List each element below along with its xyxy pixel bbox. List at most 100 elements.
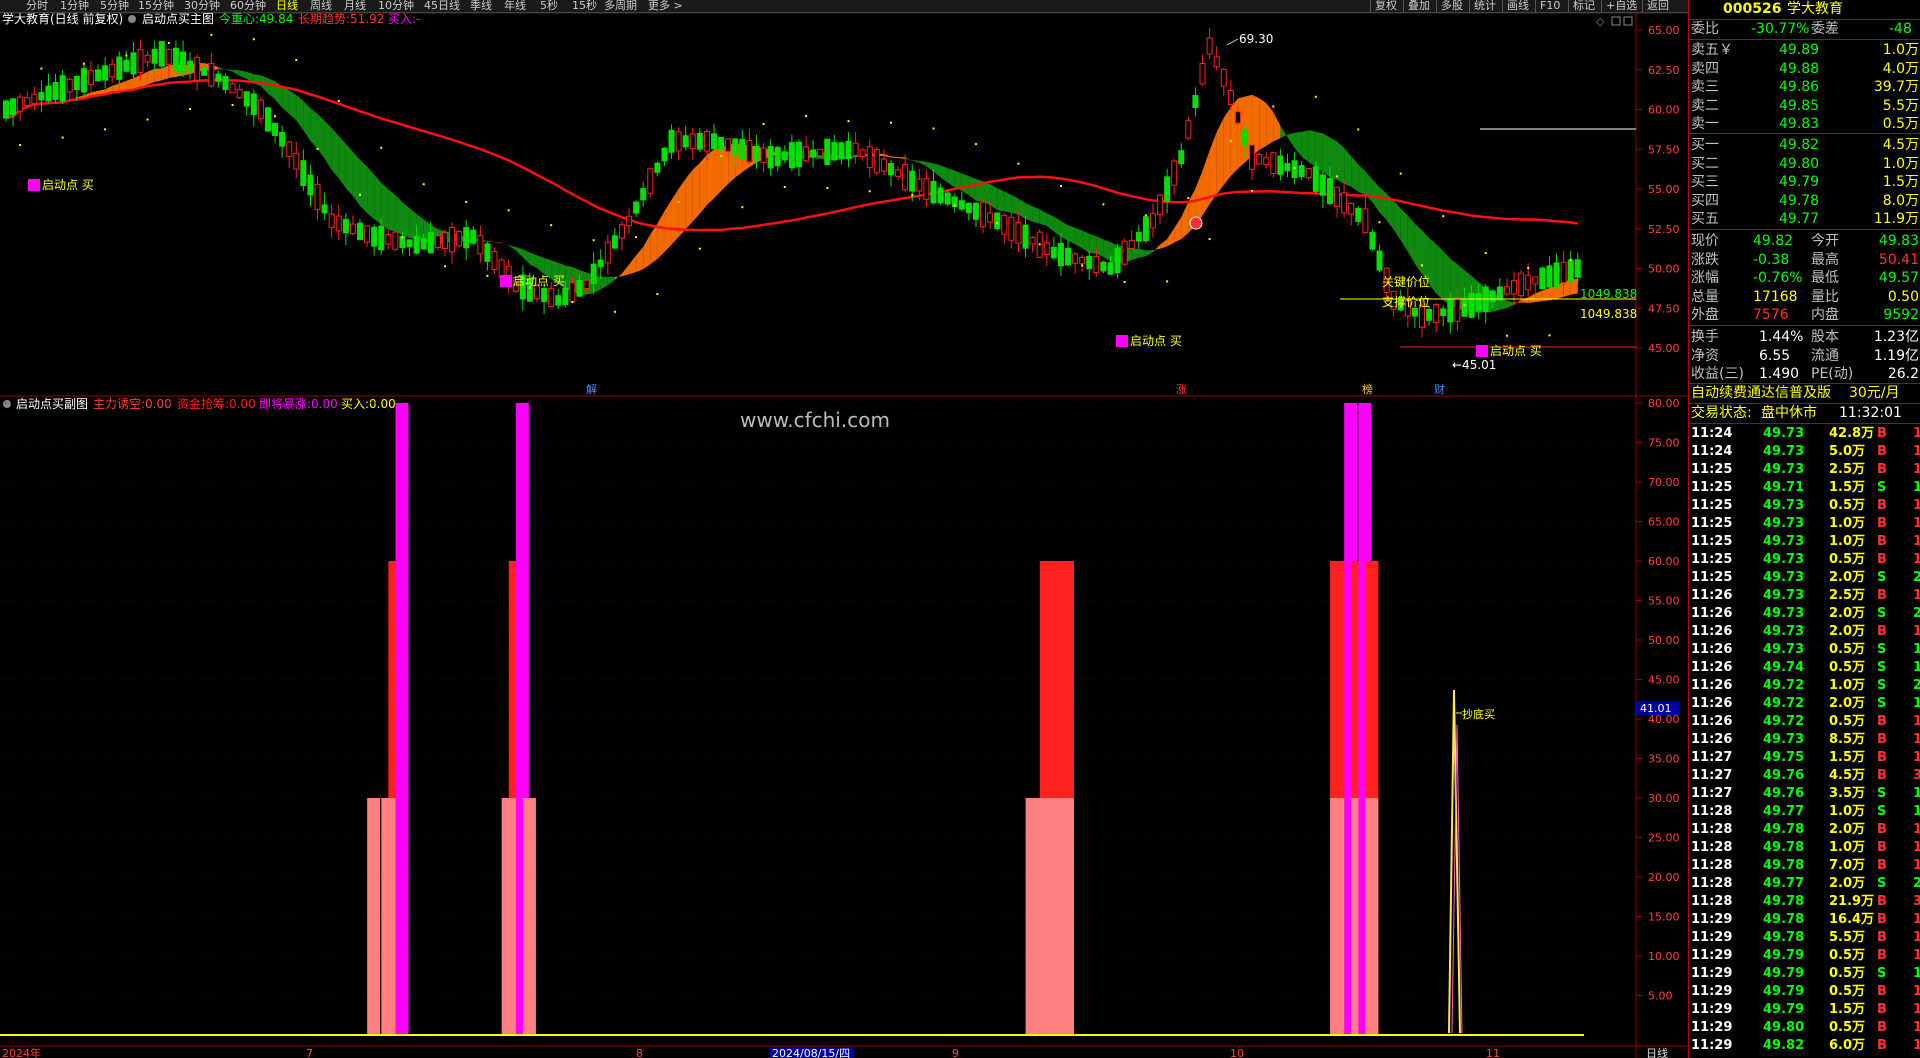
draw-line-button[interactable]: 画线 <box>1502 0 1533 12</box>
tick-row[interactable]: 11:25 49.73 0.5万 B 1 <box>1689 551 1920 569</box>
tick-row[interactable]: 11:26 49.74 0.5万 S 1 <box>1689 659 1920 677</box>
tick-row[interactable]: 11:26 49.72 2.0万 S 1 <box>1689 695 1920 713</box>
tick-row[interactable]: 11:28 49.78 2.0万 B 1 <box>1689 821 1920 839</box>
promo-text[interactable]: 自动续费通达信普及版 <box>1691 384 1831 402</box>
stat-row: 总量 17168 量比 0.50 <box>1689 288 1920 306</box>
tick-row[interactable]: 11:28 49.78 7.0万 B 1 <box>1689 857 1920 875</box>
f10-button[interactable]: F10 <box>1535 0 1564 12</box>
trail-dot <box>1421 264 1423 267</box>
overlay-button[interactable]: 叠加 <box>1403 0 1434 12</box>
event-marker-zhang[interactable]: 涨 <box>1176 383 1187 396</box>
candle-body <box>1057 242 1064 267</box>
tick-row[interactable]: 11:26 49.72 1.0万 S 2 <box>1689 677 1920 695</box>
tick-d: S <box>1877 480 1887 495</box>
tick-row[interactable]: 11:27 49.75 1.5万 B 1 <box>1689 749 1920 767</box>
tick-row[interactable]: 11:25 49.73 2.0万 S 2 <box>1689 569 1920 587</box>
tick-row[interactable]: 11:27 49.76 4.5万 B 3 <box>1689 767 1920 785</box>
event-marker-jie[interactable]: 解 <box>586 382 597 396</box>
tick-row[interactable]: 11:26 49.73 2.0万 S 2 <box>1689 605 1920 623</box>
tick-d: B <box>1877 840 1887 855</box>
indicator-buy: 买入:- <box>388 13 420 26</box>
tick-row[interactable]: 11:27 49.76 3.5万 S 1 <box>1689 785 1920 803</box>
chart-minimize-icon[interactable] <box>1611 16 1621 26</box>
tick-row[interactable]: 11:25 49.73 1.0万 B 1 <box>1689 515 1920 533</box>
period-tab-daily[interactable]: 日线 <box>276 0 298 12</box>
period-tab-60min[interactable]: 60分钟 <box>230 0 266 12</box>
period-tab-quarter[interactable]: 季线 <box>470 0 492 12</box>
tick-row[interactable]: 11:25 49.73 1.0万 B 1 <box>1689 533 1920 551</box>
trail-dot <box>146 118 149 121</box>
support-price-label: 支撑价位 <box>1382 294 1430 309</box>
tick-row[interactable]: 11:28 49.78 21.9万B 3 <box>1689 893 1920 911</box>
period-tab-monthly[interactable]: 月线 <box>344 0 366 12</box>
sub-indicator-settings-icon[interactable] <box>3 400 11 408</box>
tick-row[interactable]: 11:26 49.73 2.5万 B 1 <box>1689 587 1920 605</box>
back-button[interactable]: 返回 <box>1642 0 1673 12</box>
promo-price[interactable]: 30元/月 <box>1849 384 1900 402</box>
candle-body <box>1121 240 1128 265</box>
tick-row[interactable]: 11:24 49.73 5.0万 B 1 <box>1689 443 1920 461</box>
period-tab-fenshi[interactable]: 分时 <box>26 0 48 12</box>
period-tab-multi[interactable]: 多周期 <box>604 0 637 12</box>
tick-row[interactable]: 11:29 49.79 0.5万 B 1 <box>1689 947 1920 965</box>
tick-v: 2.0万 <box>1829 624 1866 639</box>
band-segment <box>494 241 502 244</box>
tick-row[interactable]: 11:29 49.78 16.4万B 1 <box>1689 911 1920 929</box>
band-segment <box>621 264 630 277</box>
event-marker-bang[interactable]: 榜 <box>1362 382 1373 396</box>
trail-dot <box>1081 264 1084 267</box>
tick-row[interactable]: 11:26 49.73 8.5万 B 1 <box>1689 731 1920 749</box>
mark-button[interactable]: 标记 <box>1568 0 1599 12</box>
period-tab-year[interactable]: 年线 <box>504 0 526 12</box>
fuquan-button[interactable]: 复权 <box>1370 0 1401 12</box>
tick-row[interactable]: 11:26 49.73 0.5万 S 1 <box>1689 641 1920 659</box>
add-watchlist-button[interactable]: +自选 <box>1601 0 1641 12</box>
tick-row[interactable]: 11:24 49.73 42.8万B 13 <box>1689 425 1920 443</box>
period-tab-10min[interactable]: 10分钟 <box>378 0 414 12</box>
tick-row[interactable]: 11:25 49.71 1.5万 S 1 <box>1689 479 1920 497</box>
candle-body <box>633 201 640 214</box>
period-tab-15sec[interactable]: 15秒 <box>572 0 597 12</box>
chart-diamond-icon[interactable]: ◇ <box>1596 15 1605 28</box>
event-ball-icon[interactable] <box>1189 216 1203 230</box>
period-indicator[interactable]: 日线 <box>1646 1046 1668 1058</box>
trail-dot <box>613 310 616 313</box>
tick-row[interactable]: 11:28 49.77 2.0万 S 2 <box>1689 875 1920 893</box>
tick-n: 1 <box>1913 461 1920 479</box>
band-segment <box>1138 249 1146 258</box>
indicator-settings-icon[interactable] <box>128 15 136 23</box>
sub-line-grab: 资金抢筹:0.00 <box>177 396 256 411</box>
tick-row[interactable]: 11:26 49.73 2.0万 B 1 <box>1689 623 1920 641</box>
event-marker-cai[interactable]: 财 <box>1434 382 1445 396</box>
tick-t: 11:26 <box>1691 660 1733 675</box>
period-tab-15min[interactable]: 15分钟 <box>138 0 174 12</box>
tick-row[interactable]: 11:29 49.80 0.5万 B 1 <box>1689 1019 1920 1037</box>
tick-row[interactable]: 11:26 49.72 0.5万 B 1 <box>1689 713 1920 731</box>
tick-row[interactable]: 11:29 49.79 1.5万 B 1 <box>1689 1001 1920 1019</box>
period-tab-45day[interactable]: 45日线 <box>424 0 460 12</box>
period-tab-weekly[interactable]: 周线 <box>310 0 332 12</box>
statistics-button[interactable]: 统计 <box>1469 0 1500 12</box>
period-tab-1min[interactable]: 1分钟 <box>60 0 89 12</box>
tick-row[interactable]: 11:25 49.73 2.5万 B 1 <box>1689 461 1920 479</box>
status-value: 盘中休市 <box>1761 405 1817 421</box>
period-tab-more[interactable]: 更多 > <box>648 0 683 12</box>
tick-row[interactable]: 11:29 49.82 6.0万 B 1 <box>1689 1037 1920 1055</box>
trail-dot <box>656 292 659 295</box>
kline-chart-area[interactable]: 学大教育(日线 前复权) 启动点买主图 今重心:49.84 长期趋势:51.92… <box>0 13 1688 1058</box>
tick-row[interactable]: 11:28 49.78 1.0万 B 1 <box>1689 839 1920 857</box>
tick-d: B <box>1877 444 1887 459</box>
tick-row[interactable]: 11:29 49.79 0.5万 S 1 <box>1689 965 1920 983</box>
tick-row[interactable]: 11:25 49.73 0.5万 B 1 <box>1689 497 1920 515</box>
tick-d: S <box>1877 606 1887 621</box>
period-tab-5min[interactable]: 5分钟 <box>100 0 129 12</box>
period-tab-5sec[interactable]: 5秒 <box>540 0 558 12</box>
promo-row[interactable]: 自动续费通达信普及版 30元/月 <box>1689 384 1920 402</box>
period-tab-30min[interactable]: 30分钟 <box>184 0 220 12</box>
chart-maximize-icon[interactable] <box>1623 16 1633 26</box>
tick-row[interactable]: 11:29 49.79 0.5万 B 1 <box>1689 983 1920 1001</box>
multi-stock-button[interactable]: 多股 <box>1436 0 1467 12</box>
tick-p: 49.79 <box>1763 966 1805 981</box>
tick-row[interactable]: 11:28 49.77 1.0万 S 1 <box>1689 803 1920 821</box>
tick-row[interactable]: 11:29 49.78 5.5万 B 1 <box>1689 929 1920 947</box>
